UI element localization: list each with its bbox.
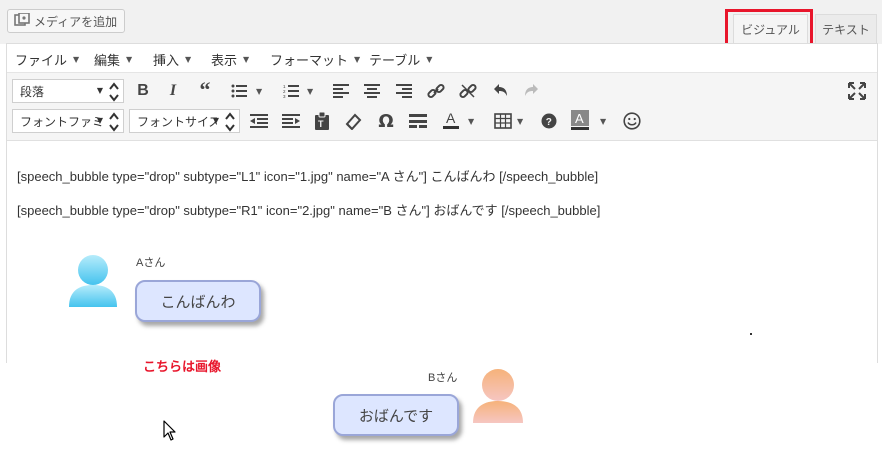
- menu-insert[interactable]: 挿入 ▼: [153, 50, 191, 69]
- table-icon[interactable]: [492, 110, 514, 132]
- paste-text-icon[interactable]: T: [311, 110, 333, 132]
- menu-view-label: 表示: [211, 54, 238, 69]
- emoji-icon[interactable]: [621, 110, 643, 132]
- speaker-b-name: Bさん: [428, 372, 458, 384]
- svg-text:3: 3: [283, 94, 286, 98]
- format-select-value: 段落: [20, 84, 45, 99]
- font-family-select[interactable]: フォントファミリー ▼: [12, 109, 124, 133]
- align-center-icon[interactable]: [361, 80, 383, 102]
- align-right-icon[interactable]: [393, 80, 415, 102]
- help-icon[interactable]: ?: [538, 110, 560, 132]
- chevron-down-icon: ▼: [243, 55, 250, 64]
- menu-table[interactable]: テーブル ▼: [369, 50, 432, 69]
- eraser-icon[interactable]: [343, 110, 365, 132]
- tab-text[interactable]: テキスト: [815, 14, 877, 44]
- font-size-value: フォントサイズ: [137, 114, 217, 129]
- menubar: [7, 44, 877, 73]
- stepper-icon: [109, 112, 119, 132]
- numbered-list-icon[interactable]: 123: [280, 80, 302, 102]
- menu-format[interactable]: フォーマット ▼: [270, 50, 360, 69]
- chevron-down-icon: ▼: [73, 55, 80, 64]
- chevron-down-icon[interactable]: ▼: [517, 117, 523, 126]
- speech-bubble-a: こんばんわ: [135, 280, 261, 322]
- menu-file[interactable]: ファイル ▼: [15, 50, 79, 69]
- chevron-down-icon: ▼: [96, 86, 103, 95]
- menu-view[interactable]: 表示 ▼: [211, 50, 249, 69]
- font-family-value: フォントファミリー: [20, 114, 102, 129]
- link-icon[interactable]: [425, 80, 447, 102]
- omega-icon[interactable]: Ω: [375, 110, 397, 132]
- background-color-icon[interactable]: A: [569, 109, 591, 131]
- speech-bubble-b: おばんです: [333, 394, 459, 436]
- image-annotation: こちらは画像: [143, 359, 222, 374]
- menu-edit-label: 編集: [94, 54, 121, 69]
- svg-text:A: A: [446, 110, 456, 126]
- outdent-icon[interactable]: [248, 110, 270, 132]
- avatar-a: [65, 252, 121, 312]
- format-select[interactable]: 段落 ▼: [12, 79, 124, 103]
- bullet-list-icon[interactable]: [228, 80, 250, 102]
- menu-edit[interactable]: 編集 ▼: [94, 50, 132, 69]
- stepper-icon: [109, 82, 119, 102]
- undo-icon[interactable]: [489, 80, 511, 102]
- chevron-down-icon: ▼: [426, 55, 433, 64]
- font-size-select[interactable]: フォントサイズ ▼: [129, 109, 240, 133]
- bold-icon[interactable]: B: [132, 80, 154, 102]
- redo-icon[interactable]: [521, 80, 543, 102]
- svg-text:?: ?: [546, 117, 552, 128]
- add-media-label: メディアを追加: [34, 14, 118, 29]
- indent-icon[interactable]: [280, 110, 302, 132]
- chevron-down-icon[interactable]: ▼: [600, 117, 606, 126]
- speaker-a-name: Aさん: [136, 257, 166, 269]
- unlink-icon[interactable]: [457, 80, 479, 102]
- chevron-down-icon: ▼: [185, 55, 192, 64]
- chevron-down-icon[interactable]: ▼: [468, 117, 474, 126]
- mouse-cursor-icon: [163, 420, 177, 446]
- shortcode-line-2[interactable]: [speech_bubble type="drop" subtype="R1" …: [17, 200, 600, 219]
- chevron-down-icon[interactable]: ▼: [307, 87, 313, 96]
- chevron-down-icon: ▼: [212, 116, 219, 125]
- menu-format-label: フォーマット: [270, 54, 349, 69]
- svg-text:T: T: [318, 119, 324, 129]
- align-left-icon[interactable]: [330, 80, 352, 102]
- chevron-down-icon[interactable]: ▼: [256, 87, 262, 96]
- chevron-down-icon: ▼: [126, 55, 133, 64]
- blockquote-icon[interactable]: “: [194, 77, 216, 102]
- horizontal-rule-icon[interactable]: [407, 110, 429, 132]
- add-media-button[interactable]: メディアを追加: [7, 9, 126, 33]
- menu-file-label: ファイル: [15, 54, 68, 69]
- avatar-b: [470, 366, 526, 428]
- menu-table-label: テーブル: [369, 54, 421, 69]
- text-color-icon[interactable]: A: [440, 109, 462, 131]
- fullscreen-icon[interactable]: [846, 80, 868, 102]
- shortcode-line-1[interactable]: [speech_bubble type="drop" subtype="L1" …: [17, 166, 598, 185]
- stepper-icon: [225, 112, 235, 132]
- menu-insert-label: 挿入: [153, 54, 180, 69]
- italic-icon[interactable]: I: [162, 80, 184, 102]
- stray-dot: [750, 333, 752, 335]
- media-icon: [14, 11, 30, 30]
- svg-text:A: A: [575, 111, 584, 126]
- chevron-down-icon: ▼: [96, 116, 103, 125]
- chevron-down-icon: ▼: [354, 55, 361, 64]
